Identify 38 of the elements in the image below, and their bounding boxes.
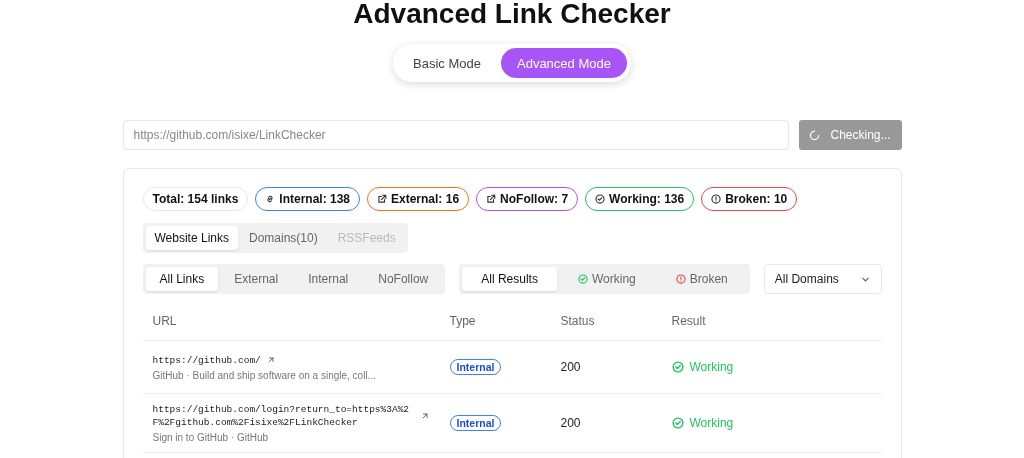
spinner-icon: [809, 129, 821, 141]
filter-tab[interactable]: Internal: [294, 267, 363, 291]
column-header: Result: [671, 314, 707, 328]
external-link-icon: [486, 194, 497, 204]
check-circle-icon: [595, 194, 606, 204]
mode-button[interactable]: Advanced Mode: [501, 48, 627, 78]
check-circle-icon: [671, 417, 684, 429]
external-link-icon: [377, 194, 387, 204]
filter-tab[interactable]: All Results: [462, 267, 557, 291]
status-code: 200: [560, 360, 582, 374]
check-button[interactable]: Checking...: [798, 120, 902, 150]
page-title-text: GitHub · Build and ship software on a single, coll...: [152, 369, 377, 381]
arrow-up-right-icon: [266, 356, 275, 364]
filter-tab[interactable]: External: [220, 267, 293, 291]
result-status: Working: [671, 416, 734, 430]
mode-button[interactable]: Basic Mode: [397, 48, 497, 78]
column-header: Status: [560, 314, 596, 328]
filter-tab[interactable]: All Links: [145, 267, 219, 291]
tab[interactable]: Domains(10): [240, 226, 327, 250]
alert-circle-icon: [711, 194, 722, 204]
filter-tab[interactable]: NoFollow: [364, 267, 443, 291]
tab[interactable]: Website Links: [145, 226, 238, 250]
link-icon: [265, 194, 276, 204]
filter-tab[interactable]: Working: [558, 267, 655, 291]
page-title: Advanced Link Checker: [353, 0, 671, 28]
status-code: 200: [560, 416, 582, 430]
check-circle-icon: [577, 274, 588, 284]
arrow-up-right-icon: [420, 412, 429, 420]
alert-circle-icon: [675, 274, 686, 284]
link-url[interactable]: https://github.com/: [152, 353, 261, 367]
result-status: Working: [671, 360, 734, 374]
link-url[interactable]: https://github.com/login?return_to=https%3A%2F%2Fgithub.com%2Fisixe%2FLinkChecker: [152, 403, 415, 429]
check-circle-icon: [671, 361, 684, 373]
column-header: Type: [449, 314, 477, 328]
filter-tab[interactable]: Broken: [656, 267, 747, 291]
domain-select[interactable]: All Domains: [763, 264, 882, 294]
page-title-text: Sign in to GitHub · GitHub: [152, 432, 270, 443]
column-header: URL: [152, 314, 178, 328]
